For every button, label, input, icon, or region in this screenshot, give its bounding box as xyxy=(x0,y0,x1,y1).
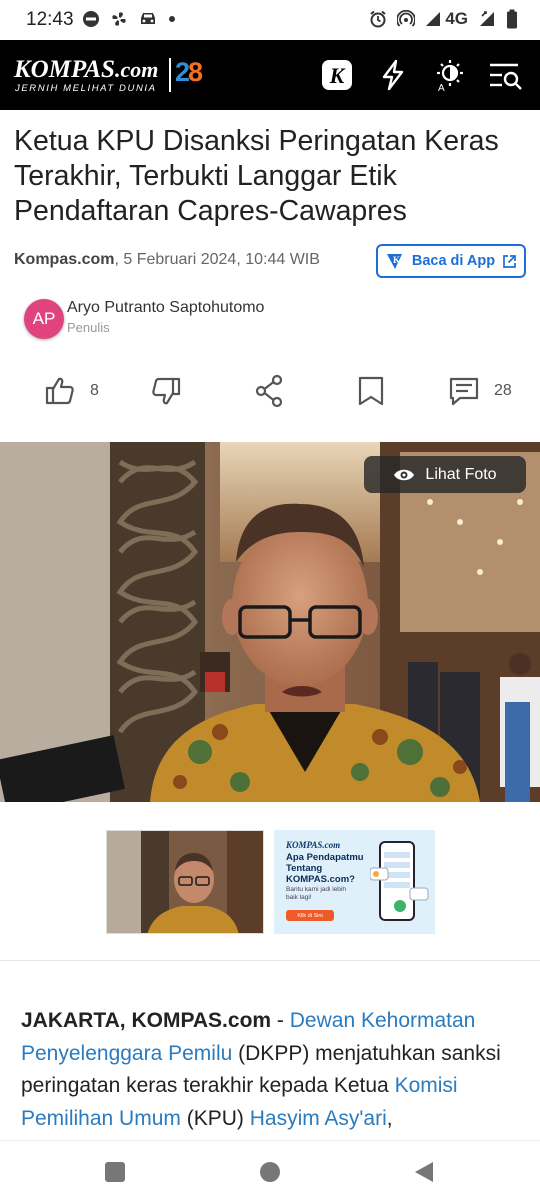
hotspot-icon xyxy=(397,10,416,27)
ad-subtext: Bantu kami jadi lebih baik lagi! xyxy=(286,886,346,901)
article-photo[interactable] xyxy=(0,442,540,802)
svg-text:K: K xyxy=(329,63,346,88)
network-type: 4G xyxy=(445,9,468,28)
author-avatar[interactable]: AP xyxy=(24,299,64,339)
author-role: Penulis xyxy=(67,320,110,335)
kompas-k-icon[interactable]: K xyxy=(318,56,356,94)
signal-2-icon xyxy=(480,11,494,26)
home-icon xyxy=(260,1162,280,1182)
comment-button[interactable]: 28 xyxy=(448,372,512,410)
status-time: 12:43 xyxy=(26,9,74,30)
bookmark-icon xyxy=(358,376,384,406)
recents-button[interactable] xyxy=(104,1161,126,1188)
back-button[interactable] xyxy=(413,1161,435,1188)
logo-wordmark: KOMPAS.com xyxy=(14,56,158,84)
article-photo-image xyxy=(0,442,540,802)
logo-suffix: .com xyxy=(114,57,159,82)
article-source[interactable]: Kompas.com xyxy=(14,251,114,268)
logo-divider xyxy=(169,58,171,92)
link-hasyim[interactable]: Hasyim Asy'ari xyxy=(250,1107,387,1130)
recents-icon xyxy=(105,1162,125,1182)
phone-illustration-icon xyxy=(370,841,429,921)
thumbs-up-icon xyxy=(45,377,74,405)
ad-cta-label: Klik di Sini xyxy=(297,912,323,919)
ad-thumbnail[interactable] xyxy=(106,830,264,934)
site-header: KOMPAS.com JERNIH MELIHAT DUNIA 28 K A xyxy=(0,40,540,110)
body-dateline: JAKARTA, KOMPAS.com xyxy=(21,1009,272,1032)
menu-search-icon[interactable] xyxy=(487,56,525,94)
signal-icon xyxy=(426,12,441,26)
system-nav-bar xyxy=(0,1140,540,1200)
svg-text:K: K xyxy=(393,255,400,265)
car-icon xyxy=(141,13,155,24)
view-photo-button[interactable]: Lihat Foto xyxy=(364,456,526,493)
ad-thumbnail-image xyxy=(107,831,263,933)
home-button[interactable] xyxy=(259,1161,281,1188)
article-title: Ketua KPU Disanksi Peringatan Keras Tera… xyxy=(14,125,499,227)
body-text-2: (KPU) xyxy=(180,1106,250,1130)
open-in-app-label: Baca di App xyxy=(411,253,496,269)
alarm-icon xyxy=(370,10,386,28)
comment-icon xyxy=(449,377,479,406)
ad-brand: KOMPAS.com xyxy=(286,840,341,850)
anniversary-digit-a: 2 xyxy=(175,57,190,87)
thumbs-down-icon xyxy=(152,377,181,405)
body-separator: - xyxy=(271,1009,290,1032)
like-button[interactable]: 8 xyxy=(44,372,99,410)
status-left-icons xyxy=(82,10,176,28)
lightning-icon[interactable] xyxy=(374,56,412,94)
auto-theme-icon[interactable]: A xyxy=(430,56,468,94)
article-datetime: , 5 Februari 2024, 10:44 WIB xyxy=(114,251,320,268)
ad-banner[interactable]: KOMPAS.com Apa Pendapatmu Tentang KOMPAS… xyxy=(274,830,435,934)
ad-headline: Apa Pendapatmu Tentang KOMPAS.com? xyxy=(286,852,364,885)
logo-text: KOMPAS xyxy=(14,56,115,83)
battery-icon xyxy=(507,9,517,29)
back-icon xyxy=(415,1162,433,1182)
like-count: 8 xyxy=(90,382,99,399)
fan-icon xyxy=(112,12,126,26)
share-icon xyxy=(255,374,283,408)
eye-icon xyxy=(394,469,415,480)
logo-tagline: JERNIH MELIHAT DUNIA xyxy=(15,83,157,94)
anniversary-badge: 28 xyxy=(175,57,203,88)
kompas-app-icon: K xyxy=(386,254,402,269)
dislike-button[interactable] xyxy=(150,372,182,410)
body-text-3: , xyxy=(386,1106,393,1130)
bookmark-button[interactable] xyxy=(356,372,386,410)
external-link-icon xyxy=(503,254,516,268)
comment-count: 28 xyxy=(494,382,512,399)
article-body: JAKARTA, KOMPAS.com - Dewan Kehormatan P… xyxy=(21,1005,531,1135)
anniversary-digit-b: 8 xyxy=(188,57,203,87)
svg-text:A: A xyxy=(438,83,445,92)
article-meta: Kompas.com, 5 Februari 2024, 10:44 WIB xyxy=(14,251,320,269)
author-name[interactable]: Aryo Putranto Saptohutomo xyxy=(67,299,264,317)
share-button[interactable] xyxy=(254,372,286,410)
section-divider xyxy=(0,960,540,961)
status-bar: 12:43 4G xyxy=(0,0,540,40)
do-not-disturb-icon xyxy=(83,11,99,27)
view-photo-label: Lihat Foto xyxy=(425,465,497,483)
dot-icon xyxy=(169,16,175,22)
open-in-app-button[interactable]: K Baca di App xyxy=(376,244,526,278)
ad-cta-button[interactable]: Klik di Sini xyxy=(286,910,334,921)
kompas-logo[interactable]: KOMPAS.com JERNIH MELIHAT DUNIA 28 xyxy=(0,40,210,110)
status-right-icons: 4G xyxy=(369,9,518,29)
